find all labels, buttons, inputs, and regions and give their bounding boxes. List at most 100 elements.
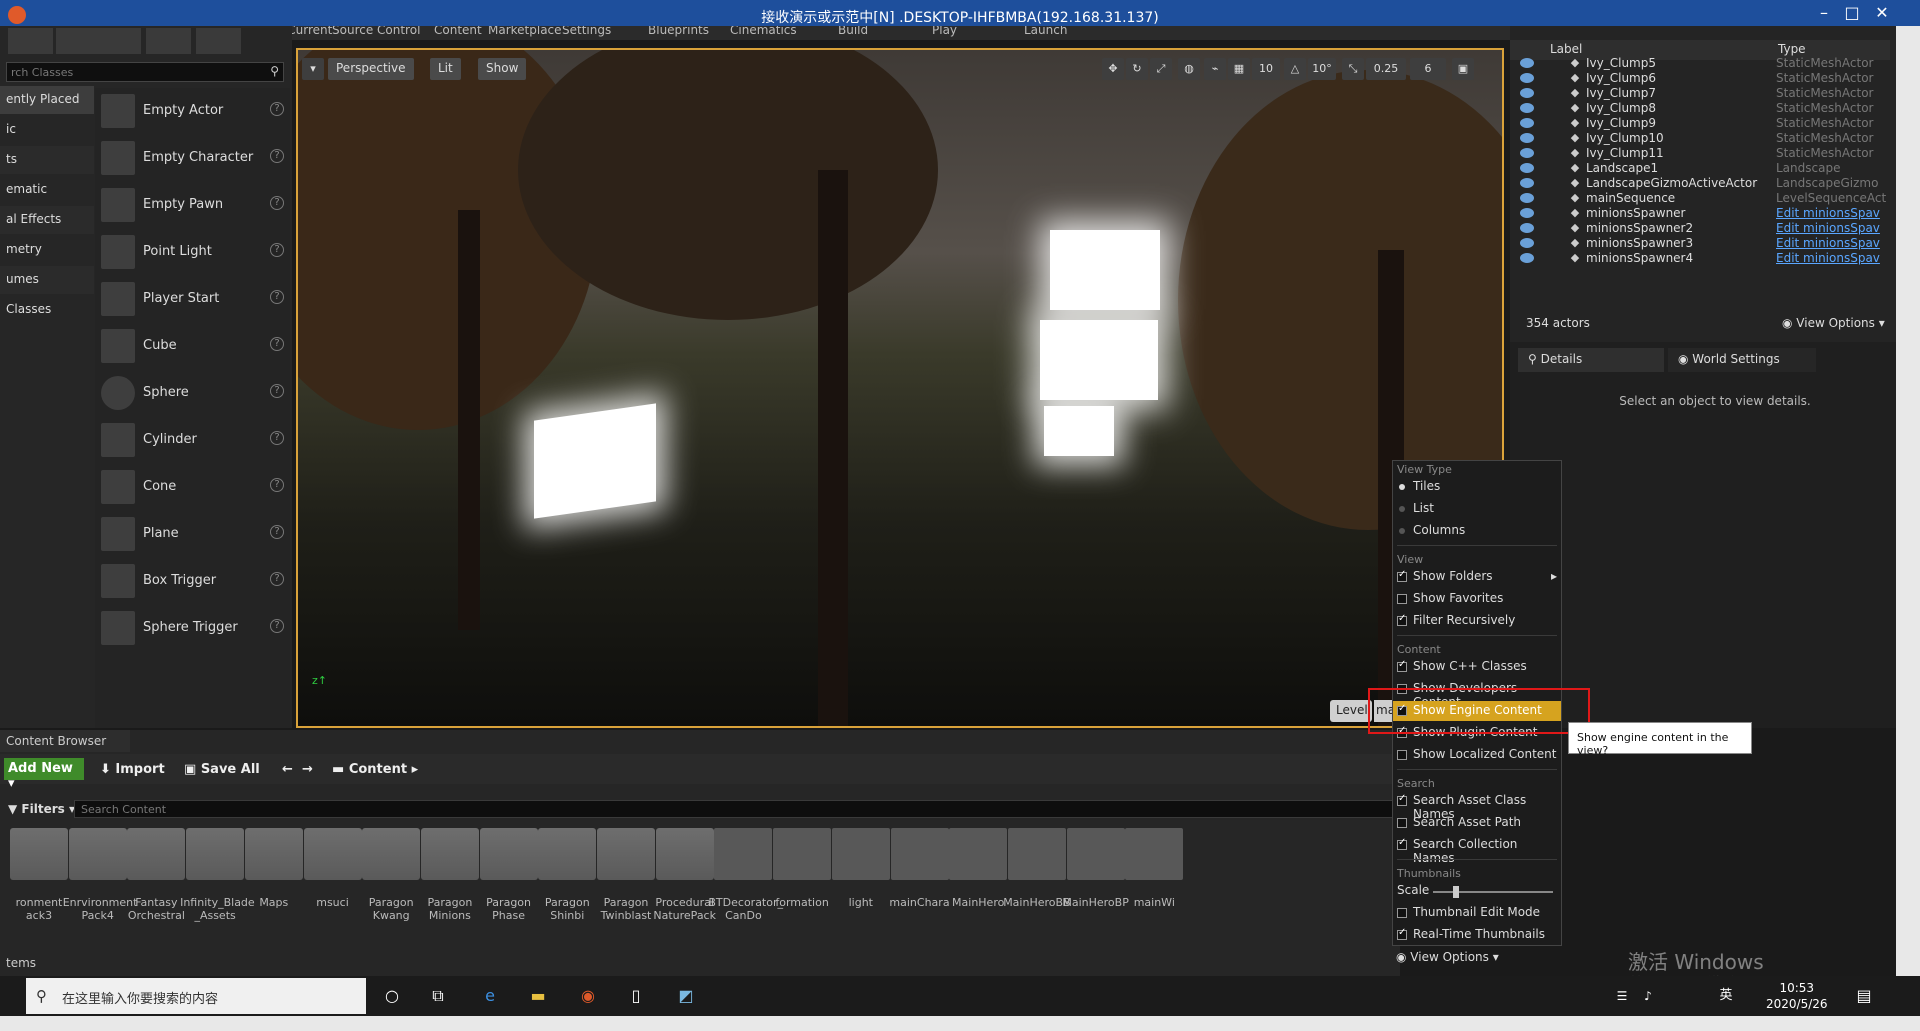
task-view-icon[interactable]: ⧉ [426,984,450,1008]
visibility-eye-icon[interactable] [1520,223,1534,233]
place-item[interactable]: Player Start? [95,276,290,322]
place-item[interactable]: Empty Character? [95,135,290,181]
scale-slider-track[interactable] [1433,891,1553,893]
category-geometry[interactable]: metry [0,236,94,264]
filters-button[interactable]: ▼ Filters ▾ [8,802,75,816]
tab-world-settings[interactable]: ◉ World Settings [1668,348,1816,372]
visibility-eye-icon[interactable] [1520,148,1534,158]
glowing-block[interactable] [1050,230,1160,310]
rotation-snap-icon[interactable]: △ [1284,58,1306,80]
help-icon[interactable]: ? [270,619,284,633]
mode-landscape-tab[interactable] [96,28,141,54]
menu-blueprints[interactable]: Blueprints [648,26,709,37]
vertical-scrollbar[interactable] [1896,26,1920,1031]
visibility-eye-icon[interactable] [1520,253,1534,263]
visibility-eye-icon[interactable] [1520,103,1534,113]
rotate-tool-icon[interactable]: ↻ [1126,58,1148,80]
visibility-eye-icon[interactable] [1520,118,1534,128]
rotation-snap-value[interactable]: 10° [1308,58,1336,80]
show-button[interactable]: Show [478,58,527,80]
place-item[interactable]: Sphere Trigger? [95,605,290,651]
back-arrow-icon[interactable]: ← [282,762,293,777]
chrome-icon[interactable]: ◉ [576,984,600,1008]
save-all-button[interactable]: ▣ Save All [184,762,260,777]
menu-columns[interactable]: Columns [1393,521,1561,541]
import-button[interactable]: ⬇ Import [100,762,165,777]
help-icon[interactable]: ? [270,431,284,445]
menu-tiles[interactable]: Tiles [1393,477,1561,497]
visibility-eye-icon[interactable] [1520,178,1534,188]
content-browser-tab[interactable]: Content Browser [0,730,130,752]
scale-slider-handle[interactable] [1453,886,1459,898]
scale-snap-value[interactable]: 0.25 [1366,58,1406,80]
mode-foliage-tab[interactable] [146,28,191,54]
world-local-icon[interactable]: ◍ [1178,58,1200,80]
move-tool-icon[interactable]: ✥ [1102,58,1124,80]
place-item[interactable]: Sphere? [95,370,290,416]
place-item[interactable]: Box Trigger? [95,558,290,604]
edge-browser-icon[interactable]: e [478,984,502,1008]
menu-marketplace[interactable]: Marketplace [488,26,562,37]
place-item[interactable]: Cylinder? [95,417,290,463]
menu-play[interactable]: Play [932,26,957,37]
menu-show-localized-content[interactable]: Show Localized Content [1393,745,1561,765]
menu-show-favorites[interactable]: Show Favorites [1393,589,1561,609]
visibility-eye-icon[interactable] [1520,193,1534,203]
content-search-input[interactable]: Search Content [74,800,1400,818]
outliner-row[interactable]: ◆ minionsSpawner4 Edit minionsSpav [1510,249,1890,267]
help-icon[interactable]: ? [270,290,284,304]
document-app-icon[interactable]: ▯ [624,984,648,1008]
help-icon[interactable]: ? [270,478,284,492]
category-visual-effects[interactable]: al Effects [0,206,94,234]
visibility-eye-icon[interactable] [1520,133,1534,143]
visibility-eye-icon[interactable] [1520,208,1534,218]
scale-tool-icon[interactable]: ⤢ [1150,58,1172,80]
category-all-classes[interactable]: Classes [0,296,94,324]
horizontal-scrollbar[interactable] [0,1016,1896,1031]
file-explorer-icon[interactable]: ▬ [526,984,550,1008]
help-icon[interactable]: ? [270,384,284,398]
system-clock[interactable]: 10:53 2020/5/26 [1766,980,1828,1012]
grid-snap-icon[interactable]: ▦ [1228,58,1250,80]
place-item[interactable]: Cone? [95,464,290,510]
menu-launch[interactable]: Launch [1024,26,1067,37]
camera-speed[interactable]: 6 [1410,58,1446,80]
menu-real-time-thumbnails[interactable]: Real-Time Thumbnails [1393,925,1561,945]
category-volumes[interactable]: umes [0,266,94,294]
ime-indicator[interactable]: 英 [1714,984,1738,1008]
tab-details[interactable]: ⚲ Details [1518,348,1664,372]
menu-search-asset-class-names[interactable]: Search Asset Class Names [1393,791,1561,821]
help-icon[interactable]: ? [270,525,284,539]
scale-snap-icon[interactable]: ⤡ [1342,58,1364,80]
notification-center-icon[interactable]: ▤ [1852,984,1876,1008]
perspective-button[interactable]: Perspective [328,58,414,80]
menu-show-folders[interactable]: Show Folders▸ [1393,567,1561,587]
glowing-block[interactable] [1040,320,1158,400]
glowing-cube[interactable] [534,403,656,519]
content-view-options-button[interactable]: ◉ View Options ▾ [1396,950,1499,964]
visibility-eye-icon[interactable] [1520,58,1534,68]
visibility-eye-icon[interactable] [1520,238,1534,248]
menu-list[interactable]: List [1393,499,1561,519]
minimize-icon[interactable]: – [1810,2,1838,26]
add-new-button[interactable]: Add New ▾ [4,758,84,791]
help-icon[interactable]: ? [270,149,284,163]
place-item[interactable]: Plane? [95,511,290,557]
help-icon[interactable]: ? [270,196,284,210]
lit-button[interactable]: Lit [430,58,461,80]
mode-geometry-tab[interactable] [196,28,241,54]
path-content[interactable]: ▬ Content ▸ [332,762,418,777]
outliner-view-options[interactable]: ◉ View Options ▾ [1782,316,1885,330]
menu-show-cpp-classes[interactable]: Show C++ Classes [1393,657,1561,677]
help-icon[interactable]: ? [270,243,284,257]
surface-snap-icon[interactable]: ⌁ [1204,58,1226,80]
menu-filter-recursively[interactable]: Filter Recursively [1393,611,1561,631]
menu-source-control[interactable]: Source Control [332,26,420,37]
menu-cinematics[interactable]: Cinematics [730,26,797,37]
help-icon[interactable]: ? [270,337,284,351]
class-search-input[interactable]: rch Classes ⚲ [6,62,284,82]
visibility-eye-icon[interactable] [1520,88,1534,98]
menu-thumbnail-edit-mode[interactable]: Thumbnail Edit Mode [1393,903,1561,923]
help-icon[interactable]: ? [270,102,284,116]
asset-tile[interactable]: mainWi [1119,826,1189,926]
